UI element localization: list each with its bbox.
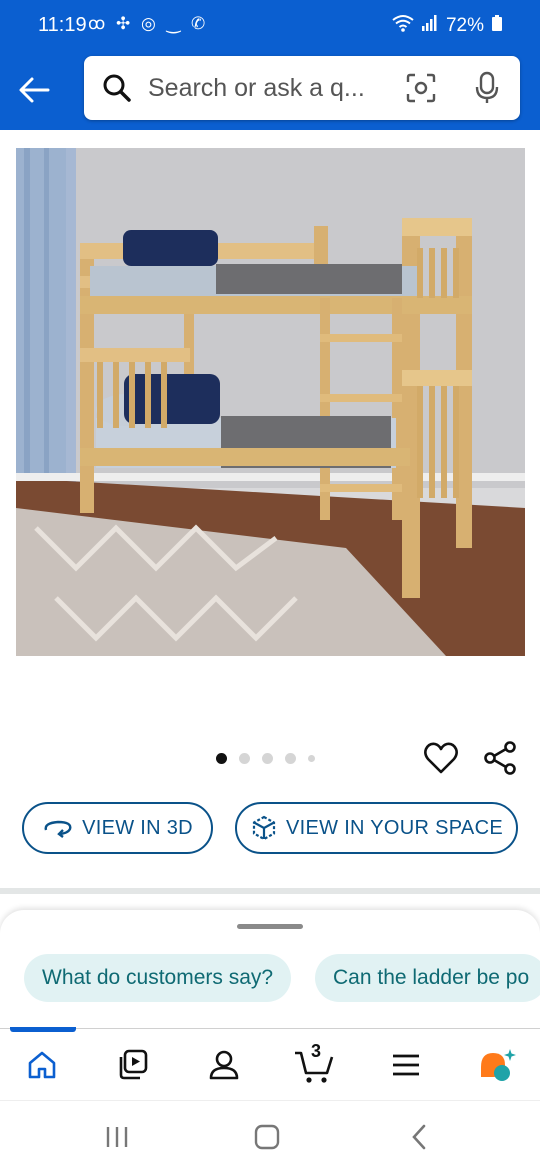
rufus-icon bbox=[481, 1049, 516, 1081]
battery-text: 72% bbox=[445, 15, 484, 36]
rufus-suggestion-sheet[interactable]: What do customers say? Can the ladder be… bbox=[0, 910, 540, 1030]
app-header: Search or ask a q... bbox=[0, 52, 540, 130]
nav-home[interactable] bbox=[20, 1043, 64, 1087]
suggestion-chip-1[interactable]: What do customers say? bbox=[24, 954, 292, 1002]
heart-icon bbox=[424, 742, 458, 774]
recent-apps-button[interactable] bbox=[102, 1123, 132, 1151]
nav-rufus[interactable] bbox=[475, 1043, 519, 1087]
video-icon bbox=[119, 1049, 148, 1080]
suggestion-chip-2[interactable]: Can the ladder be po bbox=[315, 954, 540, 1002]
camera-scan-icon[interactable] bbox=[406, 73, 436, 108]
carousel-dot-5[interactable] bbox=[308, 755, 315, 762]
cart-count: 3 bbox=[311, 1041, 322, 1061]
home-icon bbox=[28, 1051, 56, 1079]
back-arrow-icon bbox=[19, 77, 50, 103]
bottom-nav: 3 bbox=[0, 1027, 540, 1101]
nav-account[interactable] bbox=[202, 1043, 246, 1087]
microphone-icon[interactable] bbox=[474, 71, 500, 110]
image-carousel-dots[interactable] bbox=[216, 753, 315, 764]
search-bar[interactable]: Search or ask a q... bbox=[84, 56, 520, 120]
notification-icons: ꝏ ✣ ◎ ‿ ✆ bbox=[88, 14, 209, 33]
sheet-drag-handle[interactable] bbox=[237, 924, 303, 929]
menu-icon bbox=[393, 1054, 419, 1076]
status-bar: 11:19 ꝏ ✣ ◎ ‿ ✆ 72% bbox=[0, 0, 540, 52]
wishlist-button[interactable] bbox=[423, 741, 459, 777]
carousel-dot-3[interactable] bbox=[262, 753, 273, 764]
status-time: 11:19 bbox=[38, 14, 87, 36]
system-navigation-bar bbox=[0, 1100, 540, 1171]
carousel-dot-1[interactable] bbox=[216, 753, 227, 764]
battery-icon bbox=[492, 15, 502, 37]
rotate-3d-icon bbox=[44, 820, 72, 838]
back-system-button[interactable] bbox=[404, 1123, 434, 1151]
carousel-dot-4[interactable] bbox=[285, 753, 296, 764]
share-icon bbox=[484, 741, 516, 775]
back-chevron-icon bbox=[412, 1124, 426, 1150]
bunk-bed-illustration bbox=[16, 148, 525, 656]
ar-cube-icon bbox=[252, 815, 276, 841]
search-icon bbox=[102, 73, 132, 108]
view-in-3d-label: VIEW IN 3D bbox=[82, 816, 193, 839]
product-image[interactable] bbox=[16, 148, 525, 656]
home-square-icon bbox=[254, 1124, 280, 1150]
search-input[interactable]: Search or ask a q... bbox=[148, 74, 365, 103]
recent-apps-icon bbox=[106, 1127, 128, 1147]
back-button[interactable] bbox=[14, 70, 54, 110]
wifi-icon bbox=[392, 14, 414, 38]
view-in-3d-button[interactable]: VIEW IN 3D bbox=[22, 802, 213, 854]
account-icon bbox=[209, 1050, 239, 1080]
nav-menu[interactable] bbox=[384, 1043, 428, 1087]
view-in-your-space-label: VIEW IN YOUR SPACE bbox=[286, 816, 503, 839]
carousel-dot-2[interactable] bbox=[239, 753, 250, 764]
view-in-your-space-button[interactable]: VIEW IN YOUR SPACE bbox=[235, 802, 518, 854]
section-divider bbox=[0, 888, 540, 894]
nav-cart[interactable]: 3 bbox=[293, 1041, 337, 1087]
home-button[interactable] bbox=[252, 1123, 282, 1151]
nav-video[interactable] bbox=[111, 1043, 155, 1087]
status-right: 72% bbox=[392, 14, 502, 38]
signal-icon bbox=[421, 15, 438, 37]
active-tab-indicator bbox=[10, 1027, 76, 1032]
share-button[interactable] bbox=[483, 741, 519, 777]
